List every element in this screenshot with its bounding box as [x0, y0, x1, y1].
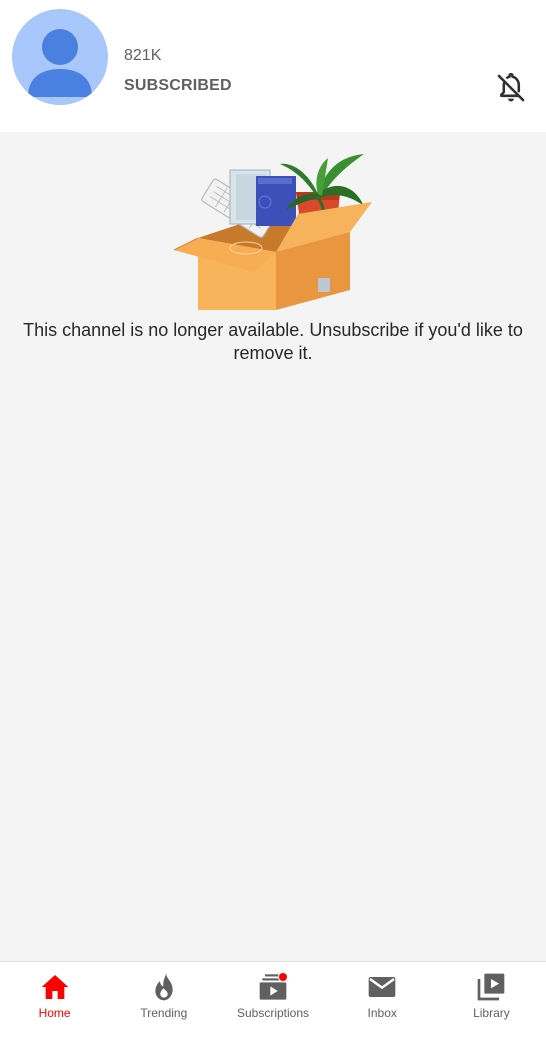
channel-content: This channel is no longer available. Uns…	[0, 132, 546, 961]
person-icon	[28, 29, 92, 97]
nav-library[interactable]: Library	[437, 962, 546, 1038]
empty-box-illustration	[168, 150, 378, 315]
nav-subscriptions[interactable]: Subscriptions	[218, 962, 327, 1038]
nav-inbox[interactable]: Inbox	[328, 962, 437, 1038]
channel-unavailable-message: This channel is no longer available. Uns…	[23, 320, 523, 363]
library-icon	[475, 971, 507, 1003]
nav-subscriptions-label: Subscriptions	[236, 1006, 310, 1020]
bell-off-icon	[497, 72, 525, 102]
subscribed-button[interactable]: SUBSCRIBED	[124, 77, 232, 95]
nav-inbox-label: Inbox	[367, 1006, 397, 1020]
mail-icon	[366, 971, 398, 1003]
notification-bell-button[interactable]	[494, 71, 528, 105]
subscriptions-icon	[257, 971, 289, 1003]
bottom-navigation: Home Trending Subscriptions Inbox Librar…	[0, 961, 546, 1038]
fire-icon	[148, 971, 180, 1003]
nav-home-label: Home	[38, 1006, 71, 1020]
nav-trending[interactable]: Trending	[109, 962, 218, 1038]
nav-library-label: Library	[473, 1006, 510, 1020]
home-icon	[39, 971, 71, 1003]
subscriber-count: 821K	[124, 47, 162, 64]
nav-trending-label: Trending	[140, 1006, 188, 1020]
nav-home[interactable]: Home	[0, 962, 109, 1038]
channel-header: 821K SUBSCRIBED	[0, 0, 546, 132]
new-content-badge	[278, 972, 288, 982]
channel-avatar[interactable]	[12, 9, 108, 105]
